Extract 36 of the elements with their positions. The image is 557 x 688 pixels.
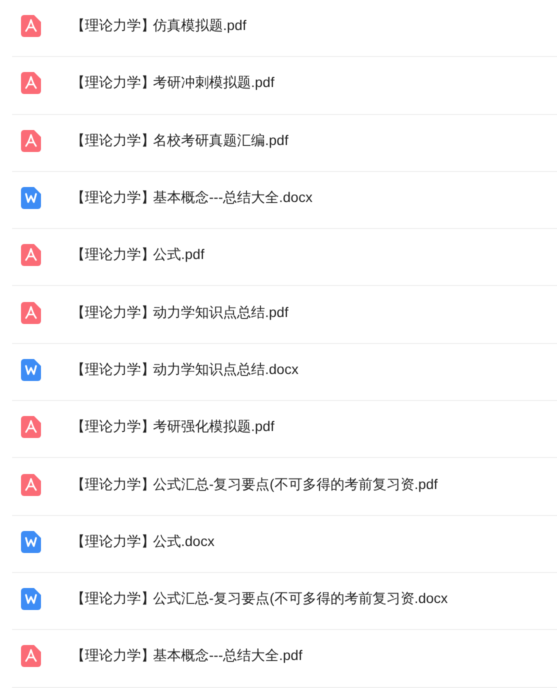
file-tag: 【理论力学】 [71,74,153,92]
word-file-icon [21,588,41,610]
file-name[interactable]: 动力学知识点总结.pdf [153,304,288,322]
file-tag: 【理论力学】 [71,132,153,150]
file-tag: 【理论力学】 [71,189,153,208]
file-tag: 【理论力学】 [71,418,153,436]
pdf-file-icon [21,645,41,668]
file-tag: 【理论力学】 [71,17,153,36]
pdf-file-icon [21,130,41,152]
pdf-file-icon [21,72,41,94]
file-tag: 【理论力学】 [71,246,153,264]
file-tag: 【理论力学】 [71,532,153,551]
file-name[interactable]: 考研强化模拟题.pdf [153,418,274,436]
file-name[interactable]: 考研冲刺模拟题.pdf [153,74,274,92]
pdf-file-icon [21,302,41,324]
file-tag: 【理论力学】 [71,590,153,608]
file-name[interactable]: 公式汇总-复习要点(不可多得的考前复习资.pdf [153,476,438,494]
file-tag: 【理论力学】 [71,647,153,666]
file-name[interactable]: 基本概念---总结大全.docx [153,189,312,208]
file-tag: 【理论力学】 [71,304,153,322]
file-name[interactable]: 仿真模拟题.pdf [153,17,246,36]
file-name[interactable]: 公式汇总-复习要点(不可多得的考前复习资.docx [153,590,448,608]
file-tag: 【理论力学】 [71,476,153,494]
pdf-file-icon [21,244,41,266]
file-name[interactable]: 基本概念---总结大全.pdf [153,647,302,666]
file-name[interactable]: 名校考研真题汇编.pdf [153,132,288,150]
pdf-file-icon [21,416,41,438]
pdf-file-icon [21,474,41,496]
word-file-icon [21,358,41,381]
pdf-file-icon [21,15,41,38]
word-file-icon [21,187,41,210]
file-name[interactable]: 公式.pdf [153,246,204,264]
file-name[interactable]: 公式.docx [153,532,214,551]
file-tag: 【理论力学】 [71,360,153,379]
file-name[interactable]: 动力学知识点总结.docx [153,360,298,379]
word-file-icon [21,530,41,553]
